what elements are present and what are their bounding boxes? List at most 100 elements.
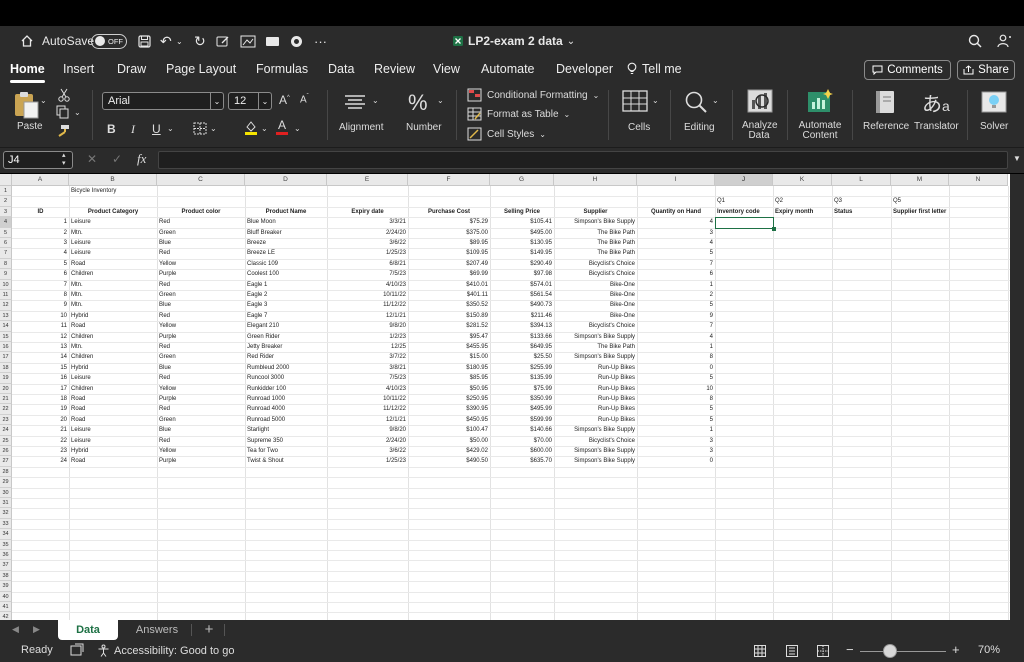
table-cell[interactable]: $290.49 (490, 259, 554, 269)
table-cell[interactable]: Green (157, 415, 245, 425)
table-cell[interactable]: Purple (157, 456, 245, 466)
table-cell[interactable]: 1 (12, 217, 69, 227)
row-header[interactable]: 36 (0, 550, 12, 561)
screen-icon[interactable] (265, 26, 280, 56)
table-cell[interactable]: 15 (12, 363, 69, 373)
table-cell[interactable]: $140.66 (490, 425, 554, 435)
number-dropdown-icon[interactable]: ⌄ (437, 96, 444, 105)
table-cell[interactable]: Yellow (157, 321, 245, 331)
row-header[interactable]: 4 (0, 217, 12, 228)
column-header-m[interactable]: M (891, 174, 949, 186)
row-header[interactable]: 5 (0, 227, 12, 238)
column-title[interactable]: Purchase Cost (408, 207, 490, 217)
table-cell[interactable]: 7 (637, 321, 715, 331)
row-header[interactable]: 10 (0, 279, 12, 290)
table-cell[interactable]: 8 (12, 290, 69, 300)
image-icon[interactable] (240, 26, 256, 56)
table-cell[interactable]: 7/5/23 (327, 269, 408, 279)
table-cell[interactable]: 10/11/22 (327, 394, 408, 404)
table-cell[interactable]: $649.95 (490, 342, 554, 352)
row-header[interactable]: 22 (0, 404, 12, 415)
table-cell[interactable]: $207.49 (408, 259, 490, 269)
table-cell[interactable]: $75.99 (490, 384, 554, 394)
row-header[interactable]: 40 (0, 591, 12, 602)
column-header-l[interactable]: L (832, 174, 891, 186)
table-cell[interactable]: Simpson's Bike Supply (554, 332, 637, 342)
fill-handle[interactable] (772, 226, 776, 231)
row-header[interactable]: 33 (0, 518, 12, 530)
table-cell[interactable]: Simpson's Bike Supply (554, 446, 637, 456)
undo-dropdown-icon[interactable]: ⌄ (176, 26, 183, 56)
table-cell[interactable]: Road (69, 404, 157, 414)
font-color-dropdown-icon[interactable]: ⌄ (294, 124, 301, 133)
table-cell[interactable]: $574.01 (490, 280, 554, 290)
table-cell[interactable]: 12 (12, 332, 69, 342)
table-cell[interactable]: Run-Up Bikes (554, 373, 637, 383)
row-header[interactable]: 17 (0, 352, 12, 363)
share-button[interactable]: Share (957, 60, 1015, 80)
table-cell[interactable]: 1 (637, 342, 715, 352)
table-cell[interactable]: 14 (12, 352, 69, 362)
table-cell[interactable]: Green Rider (245, 332, 327, 342)
table-cell[interactable]: 1 (637, 280, 715, 290)
table-cell[interactable]: 2 (637, 290, 715, 300)
table-cell[interactable]: $401.11 (408, 290, 490, 300)
sheet-tab-data[interactable]: Data (58, 620, 118, 640)
row-header[interactable]: 38 (0, 570, 12, 582)
cancel-icon[interactable]: ✕ (87, 152, 97, 166)
table-cell[interactable]: Blue (157, 425, 245, 435)
table-cell[interactable]: $429.02 (408, 446, 490, 456)
row-header[interactable]: 23 (0, 414, 12, 426)
undo-icon[interactable]: ↶ (160, 26, 172, 56)
tab-page-layout[interactable]: Page Layout (166, 62, 236, 76)
table-cell[interactable]: 4 (12, 248, 69, 258)
selected-cell-j4[interactable] (715, 217, 774, 229)
table-cell[interactable]: Bicyclist's Choice (554, 436, 637, 446)
tab-automate[interactable]: Automate (481, 62, 535, 76)
table-cell[interactable]: Road (69, 394, 157, 404)
table-cell[interactable]: Children (69, 384, 157, 394)
table-cell[interactable]: 1/2/23 (327, 332, 408, 342)
table-cell[interactable]: 2/24/20 (327, 436, 408, 446)
accessibility-status[interactable]: Accessibility: Good to go (97, 644, 234, 657)
copy-dropdown-icon[interactable]: ⌄ (74, 108, 81, 117)
row-header[interactable]: 31 (0, 498, 12, 509)
zoom-slider-track[interactable] (860, 651, 946, 652)
cut-icon[interactable] (58, 88, 70, 105)
table-cell[interactable]: 7/5/23 (327, 373, 408, 383)
table-cell[interactable]: $455.95 (408, 342, 490, 352)
copy-icon[interactable] (56, 105, 72, 122)
confirm-icon[interactable]: ✓ (112, 152, 122, 166)
save-icon[interactable] (138, 26, 151, 56)
table-cell[interactable]: 5 (637, 248, 715, 258)
table-cell[interactable]: Red (157, 436, 245, 446)
table-cell[interactable]: Bike-One (554, 290, 637, 300)
table-cell[interactable]: 6/8/21 (327, 259, 408, 269)
row-header[interactable]: 39 (0, 581, 12, 592)
table-cell[interactable]: 5 (637, 415, 715, 425)
tab-view[interactable]: View (433, 62, 460, 76)
row-header[interactable]: 25 (0, 435, 12, 446)
row-header[interactable]: 42 (0, 612, 12, 620)
bold-button[interactable]: B (107, 122, 116, 136)
row-header[interactable]: 3 (0, 206, 12, 218)
column-header-e[interactable]: E (327, 174, 408, 186)
column-header-h[interactable]: H (554, 174, 637, 186)
tab-home[interactable]: Home (10, 62, 45, 83)
table-cell[interactable]: $495.00 (490, 228, 554, 238)
row-header[interactable]: 13 (0, 310, 12, 322)
table-cell[interactable]: $599.99 (490, 415, 554, 425)
table-cell[interactable]: Simpson's Bike Supply (554, 456, 637, 466)
question-label[interactable]: Q5 (891, 196, 949, 206)
table-cell[interactable]: $50.00 (408, 436, 490, 446)
column-title[interactable]: Expiry date (327, 207, 408, 217)
zoom-out-icon[interactable]: − (846, 642, 854, 657)
table-cell[interactable]: Blue (157, 363, 245, 373)
decrease-font-icon[interactable]: Aˇ (300, 94, 309, 105)
table-cell[interactable]: Red (157, 248, 245, 258)
add-sheet-button[interactable]: + (198, 620, 220, 640)
table-cell[interactable]: 6 (12, 269, 69, 279)
table-cell[interactable]: $130.95 (490, 238, 554, 248)
table-cell[interactable]: 20 (12, 415, 69, 425)
row-header[interactable]: 6 (0, 238, 12, 249)
